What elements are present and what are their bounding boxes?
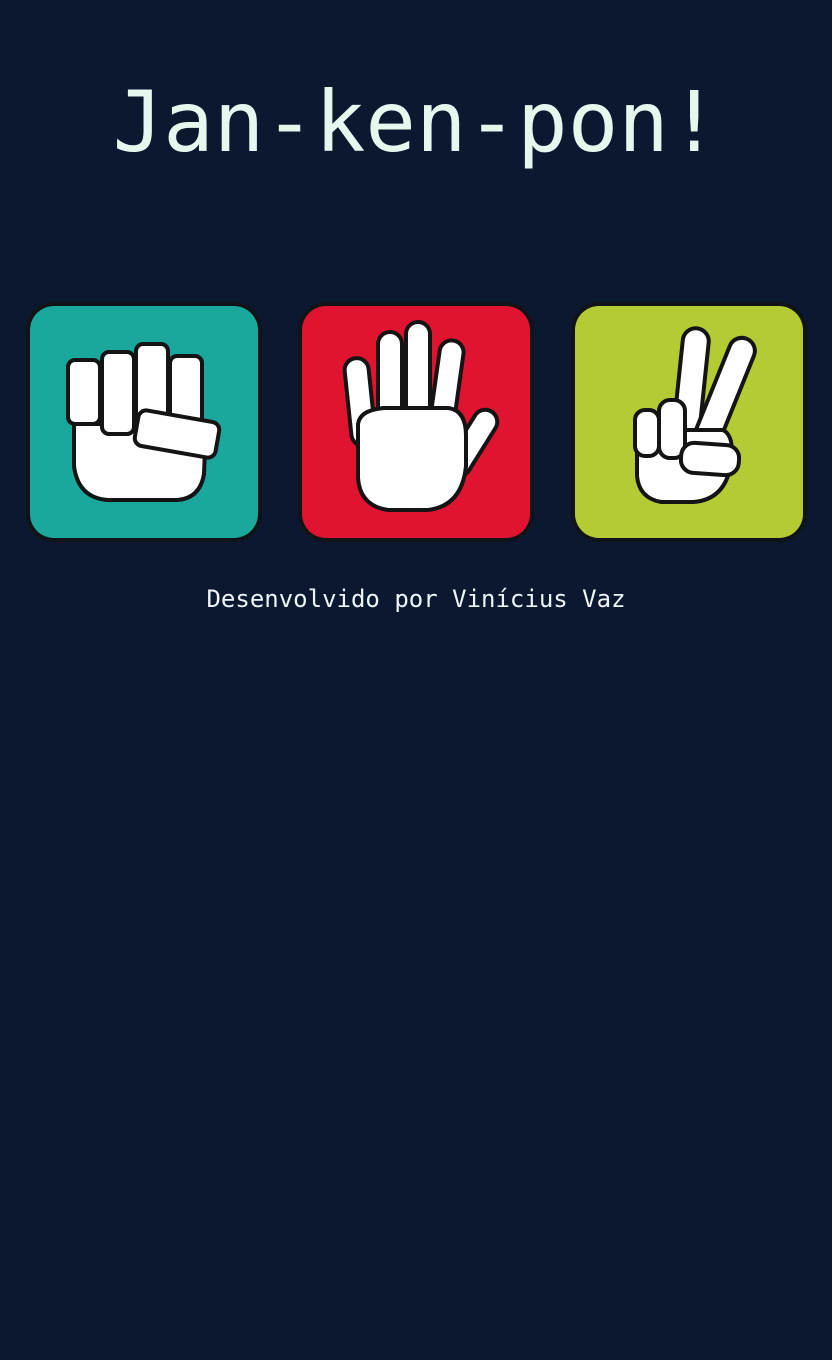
game-title: Jan-ken-pon! xyxy=(112,73,720,171)
rock-tile xyxy=(30,306,258,538)
rock-button[interactable] xyxy=(26,302,262,542)
scissors-peace-hand-icon xyxy=(633,326,757,504)
choice-buttons xyxy=(26,302,808,542)
paper-tile xyxy=(302,306,530,538)
rock-fist-icon xyxy=(66,342,222,502)
paper-button[interactable] xyxy=(298,302,534,542)
footer-credit: Desenvolvido por Vinícius Vaz xyxy=(206,585,626,613)
paper-open-hand-icon xyxy=(342,320,500,512)
scissors-tile xyxy=(575,306,803,538)
scissors-button[interactable] xyxy=(571,302,807,542)
